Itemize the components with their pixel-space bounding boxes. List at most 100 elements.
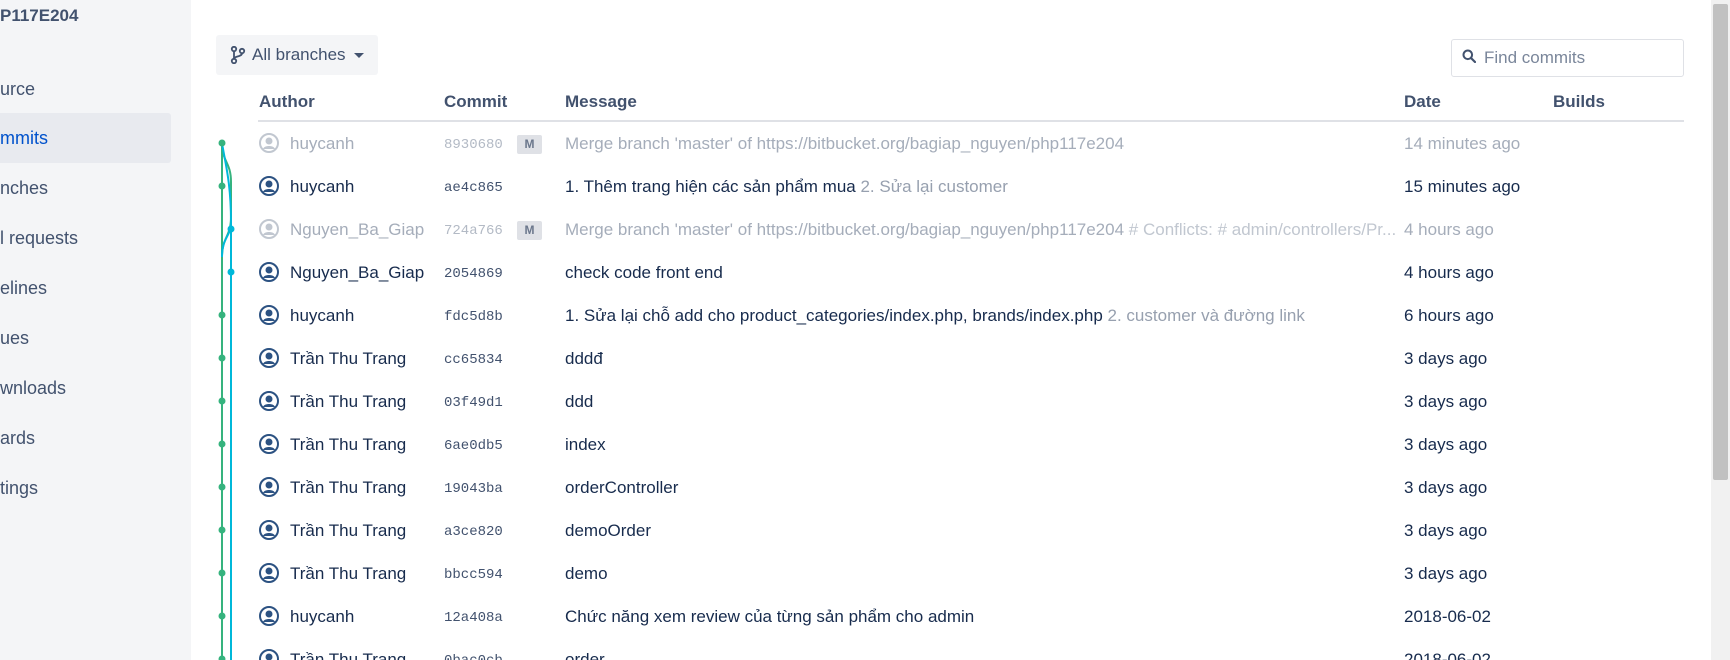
sidebar-item-pipelines[interactable]: elines bbox=[0, 263, 171, 313]
commit-author: Trần Thu Trang bbox=[290, 478, 407, 497]
commit-message-summary: ddd bbox=[565, 392, 594, 411]
commit-date: 3 days ago bbox=[1404, 392, 1488, 411]
commit-hash-link[interactable]: fdc5d8b bbox=[444, 309, 503, 325]
avatar-icon bbox=[259, 305, 279, 325]
avatar-icon bbox=[259, 563, 279, 583]
commit-message-summary: 1. Thêm trang hiện các sản phẩm mua bbox=[565, 177, 856, 196]
scrollbar-thumb[interactable] bbox=[1713, 4, 1728, 480]
commit-message[interactable]: check code front end bbox=[565, 263, 1433, 283]
find-commits-input[interactable] bbox=[1484, 48, 1674, 68]
commit-hash-link[interactable]: 2054869 bbox=[444, 266, 503, 282]
commit-row[interactable]: Trần Thu Trang a3ce820 demoOrder 3 days ago bbox=[258, 509, 1684, 552]
sidebar-item-branches[interactable]: nches bbox=[0, 163, 171, 213]
commit-hash-link[interactable]: 03f49d1 bbox=[444, 395, 503, 411]
commit-message[interactable]: index bbox=[565, 435, 1433, 455]
commit-author: Trần Thu Trang bbox=[290, 435, 407, 454]
sidebar-item-label: elines bbox=[0, 278, 48, 298]
avatar-icon bbox=[259, 477, 279, 497]
vertical-scrollbar[interactable] bbox=[1711, 0, 1730, 660]
commit-message[interactable]: ddd bbox=[565, 392, 1433, 412]
commit-row[interactable]: huycanh ae4c865 1. Thêm trang hiện các sản… bbox=[258, 165, 1684, 208]
commit-node bbox=[218, 526, 226, 534]
commit-message-extra: 2. customer và đường link bbox=[1102, 306, 1305, 325]
commit-message[interactable]: Merge branch 'master' of https://bitbuck… bbox=[565, 134, 1433, 154]
commit-row[interactable]: Trần Thu Trang 6ae0db5 index 3 days ago bbox=[258, 423, 1684, 466]
commit-message-summary: check code front end bbox=[565, 263, 723, 282]
commit-hash-link[interactable]: cc65834 bbox=[444, 352, 503, 368]
commit-row[interactable]: huycanh fdc5d8b 1. Sửa lại chỗ add cho pro… bbox=[258, 294, 1684, 337]
commit-node bbox=[218, 483, 226, 491]
find-commits-field[interactable] bbox=[1451, 39, 1684, 77]
commit-row[interactable]: Trần Thu Trang 03f49d1 ddd 3 days ago bbox=[258, 380, 1684, 423]
sidebar-item-label: ards bbox=[0, 428, 36, 448]
branch-filter-button[interactable]: All branches bbox=[216, 35, 378, 75]
avatar-icon bbox=[259, 176, 279, 196]
commit-author: huycanh bbox=[290, 607, 355, 626]
commit-node bbox=[227, 225, 235, 233]
sidebar-item-issues[interactable]: ues bbox=[0, 313, 171, 363]
commit-node bbox=[227, 268, 235, 276]
commit-message-summary: Chức năng xem review của từng sản phẩm c… bbox=[565, 607, 975, 626]
sidebar-item-source[interactable]: urce bbox=[0, 64, 171, 114]
commit-date: 3 days ago bbox=[1404, 478, 1488, 497]
commit-message[interactable]: 1. Sửa lại chỗ add cho product_categorie… bbox=[565, 306, 1433, 326]
commit-node bbox=[218, 311, 226, 319]
author-column-header: Author bbox=[259, 92, 315, 111]
commit-message[interactable]: demo bbox=[565, 564, 1433, 584]
commit-date: 14 minutes ago bbox=[1404, 134, 1521, 153]
commit-node bbox=[218, 139, 226, 147]
commit-node bbox=[218, 612, 226, 620]
commit-message[interactable]: dddđ bbox=[565, 349, 1433, 369]
sidebar-item-label: wnloads bbox=[0, 378, 67, 398]
repo-name[interactable]: P117E204 bbox=[0, 6, 191, 26]
commit-date: 3 days ago bbox=[1404, 521, 1488, 540]
commit-row[interactable]: Nguyen_Ba_Giap 724a766 M Merge branch 'mast… bbox=[258, 208, 1684, 251]
commit-hash-link[interactable]: 19043ba bbox=[444, 481, 503, 497]
commit-message-extra: 2. Sửa lại customer bbox=[855, 177, 1008, 196]
commit-node bbox=[218, 354, 226, 362]
merge-badge: M bbox=[517, 135, 542, 154]
commit-message[interactable]: Chức năng xem review của từng sản phẩm c… bbox=[565, 607, 1433, 627]
sidebar-item-label: mmits bbox=[0, 128, 48, 148]
sidebar-item-boards[interactable]: ards bbox=[0, 413, 171, 463]
commit-hash-link[interactable]: 6ae0db5 bbox=[444, 438, 503, 454]
commit-node bbox=[218, 569, 226, 577]
commit-hash-link[interactable]: 724a766 bbox=[444, 223, 503, 239]
commit-message[interactable]: order bbox=[565, 650, 1433, 660]
commit-hash-link[interactable]: 0bac0cb bbox=[444, 653, 503, 660]
commit-message[interactable]: Merge branch 'master' of https://bitbuck… bbox=[565, 220, 1433, 240]
commit-hash-link[interactable]: bbcc594 bbox=[444, 567, 503, 583]
commit-row[interactable]: Trần Thu Trang bbcc594 demo 3 days ago bbox=[258, 552, 1684, 595]
sidebar-item-commits[interactable]: mmits bbox=[0, 113, 171, 163]
commit-row[interactable]: Trần Thu Trang cc65834 dddđ 3 days ago bbox=[258, 337, 1684, 380]
date-column-header: Date bbox=[1404, 92, 1441, 111]
commit-message[interactable]: 1. Thêm trang hiện các sản phẩm mua 2. S… bbox=[565, 177, 1433, 197]
commit-row[interactable]: huycanh 12a408a Chức năng xem review của t… bbox=[258, 595, 1684, 638]
commit-author: Trần Thu Trang bbox=[290, 521, 407, 540]
sidebar-item-settings[interactable]: tings bbox=[0, 463, 171, 513]
merge-badge: M bbox=[517, 221, 542, 240]
sidebar-item-downloads[interactable]: wnloads bbox=[0, 363, 171, 413]
commit-author: Nguyen_Ba_Giap bbox=[290, 220, 425, 239]
commit-message[interactable]: demoOrder bbox=[565, 521, 1433, 541]
commit-node bbox=[218, 182, 226, 190]
commit-row[interactable]: huycanh 8930680 M Merge branch 'master' of … bbox=[258, 122, 1684, 165]
commit-author: huycanh bbox=[290, 177, 355, 196]
commit-column-header: Commit bbox=[444, 92, 508, 111]
commit-row[interactable]: Trần Thu Trang 0bac0cb order 2018-06-02 bbox=[258, 638, 1684, 660]
avatar-icon bbox=[259, 434, 279, 454]
commit-node bbox=[218, 397, 226, 405]
commit-date: 6 hours ago bbox=[1404, 306, 1494, 325]
commit-row[interactable]: Nguyen_Ba_Giap 2054869 check code front en… bbox=[258, 251, 1684, 294]
commit-message[interactable]: orderController bbox=[565, 478, 1433, 498]
commit-hash-link[interactable]: ae4c865 bbox=[444, 180, 503, 196]
commit-hash-link[interactable]: a3ce820 bbox=[444, 524, 503, 540]
commit-hash-link[interactable]: 12a408a bbox=[444, 610, 503, 626]
commit-row[interactable]: Trần Thu Trang 19043ba orderController 3 da… bbox=[258, 466, 1684, 509]
sidebar-item-pull-requests[interactable]: l requests bbox=[0, 213, 171, 263]
commit-date: 15 minutes ago bbox=[1404, 177, 1521, 196]
commit-hash-link[interactable]: 8930680 bbox=[444, 137, 503, 153]
commit-message-summary: demo bbox=[565, 564, 608, 583]
chevron-down-icon bbox=[353, 52, 364, 58]
commit-author: Nguyen_Ba_Giap bbox=[290, 263, 425, 282]
